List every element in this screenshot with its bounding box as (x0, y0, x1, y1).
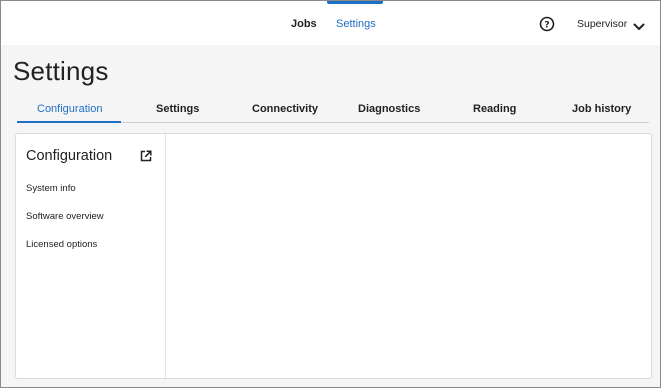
detail-panel (167, 134, 651, 378)
user-name[interactable]: Supervisor (577, 18, 627, 30)
side-item-system-info[interactable]: System info (26, 183, 76, 194)
page-title: Settings (13, 56, 109, 86)
active-nav-indicator (327, 1, 383, 4)
help-circle-icon[interactable]: ? (539, 16, 555, 32)
side-item-licensed-options[interactable]: Licensed options (26, 239, 97, 250)
content-card: Configuration System info Software overv… (15, 133, 652, 379)
top-bar: Jobs Settings ? Supervisor (1, 1, 660, 45)
side-panel-title: Configuration (26, 148, 113, 164)
tab-settings[interactable]: Settings (156, 103, 199, 115)
nav-settings[interactable]: Settings (336, 18, 376, 30)
external-link-icon[interactable] (140, 149, 152, 162)
tab-diagnostics[interactable]: Diagnostics (358, 103, 420, 115)
app-window: Jobs Settings ? Supervisor Settings Conf… (0, 0, 661, 388)
nav-jobs[interactable]: Jobs (291, 18, 317, 30)
side-item-software-overview[interactable]: Software overview (26, 211, 104, 222)
svg-text:?: ? (544, 21, 549, 31)
tab-job-history[interactable]: Job history (572, 103, 631, 115)
settings-tabs: Configuration Settings Connectivity Diag… (17, 96, 649, 123)
tab-configuration[interactable]: Configuration (37, 103, 102, 115)
tab-reading[interactable]: Reading (473, 103, 516, 115)
side-panel: Configuration System info Software overv… (16, 134, 166, 378)
tab-connectivity[interactable]: Connectivity (252, 103, 318, 115)
chevron-down-icon[interactable] (633, 19, 645, 30)
active-tab-indicator (17, 121, 121, 123)
